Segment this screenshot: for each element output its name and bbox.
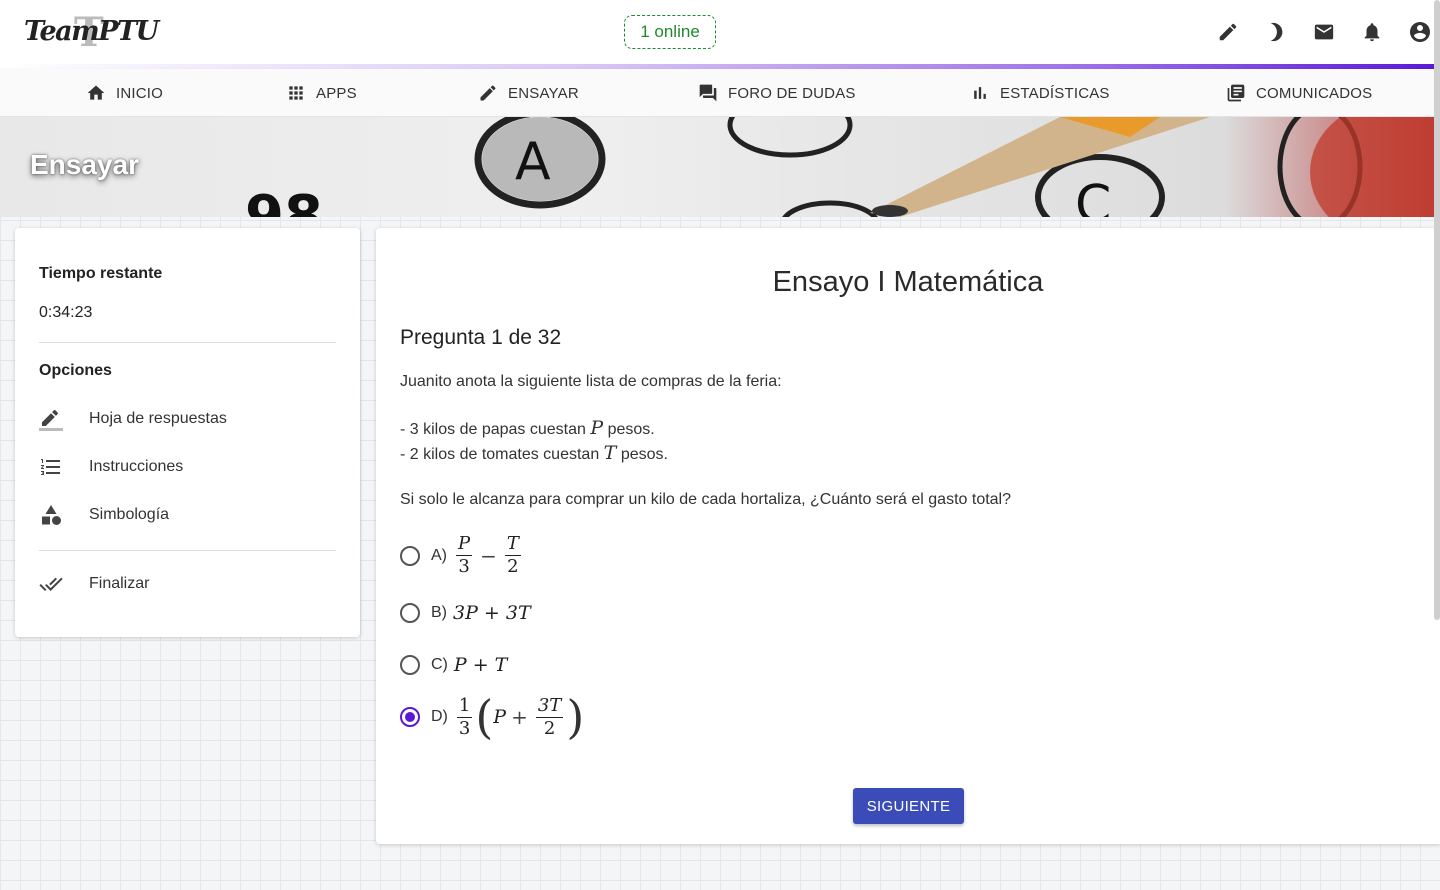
line-text: - 2 kilos de tomates cuestan [400,446,600,463]
symbology-option[interactable]: Simbología [39,495,336,535]
library-icon [1227,84,1245,102]
right-paren: ) [566,690,585,744]
denominator: 2 [507,556,519,577]
nav-item-inicio[interactable]: INICIO [86,69,163,117]
radio-button[interactable] [400,603,420,623]
top-icons [1216,20,1432,44]
pencil-icon[interactable] [1216,20,1240,44]
math-expression: 3P + 3T [453,602,531,624]
math-variable: T [603,442,617,464]
home-icon [87,85,105,100]
denominator: 3 [458,556,470,577]
nav-label: ESTADÍSTICAS [1000,84,1110,102]
mail-icon[interactable] [1312,20,1336,44]
question-card: Ensayo I Matemática Pregunta 1 de 32 Jua… [376,228,1440,844]
moon-icon[interactable] [1264,20,1288,44]
math-variable: P [590,417,604,439]
nav-item-foro[interactable]: FORO DE DUDAS [698,69,856,117]
svg-text:C: C [1075,175,1111,217]
answer-option-c[interactable]: C) P + T [400,654,507,676]
nav-label: COMUNICADOS [1256,84,1373,102]
fraction: T 2 [504,533,521,578]
nav-label: ENSAYAR [508,84,579,102]
nav-item-ensayar[interactable]: ENSAYAR [478,69,579,117]
instructions-option[interactable]: Instrucciones [39,447,336,487]
logo-text: TeamPTU [24,16,159,47]
page-scrollbar[interactable] [1434,0,1440,620]
forum-icon [699,84,717,102]
fraction: 1 3 [456,694,473,740]
option-letter: B) [431,604,447,621]
nav-item-comunicados[interactable]: COMUNICADOS [1226,69,1372,117]
math-variable: P [493,706,507,728]
divider [39,342,336,343]
finish-button[interactable]: Finalizar [39,564,336,604]
exam-sidebar: Tiempo restante 0:34:23 Opciones Hoja de… [15,228,360,637]
answer-option-b[interactable]: B) 3P + 3T [400,602,531,624]
denominator: 3 [458,717,471,739]
online-users-badge: 1 online [624,15,716,49]
numerator: P [456,533,473,556]
svg-text:A: A [515,132,551,192]
option-letter: C) [431,656,448,673]
numerator: T [504,533,521,556]
teamptu-logo[interactable]: T TeamPTU [24,10,159,56]
question-heading: Pregunta 1 de 32 [400,326,562,349]
question-line-2: - 2 kilos de tomates cuestan T pesos. [400,442,668,464]
svg-text:98.: 98. [245,184,344,217]
left-paren: ( [475,690,494,744]
math-operator: + [511,705,528,729]
page-banner: A C 98. Ensayar [0,117,1440,217]
option-label: Simbología [89,506,170,523]
radio-button[interactable] [400,655,420,675]
double-check-icon [39,572,89,596]
numerator: 3T [535,694,564,718]
divider [39,550,336,551]
math-expression: P + T [453,654,508,676]
pencil-icon [480,85,496,101]
apps-grid-icon [289,86,303,100]
radio-button[interactable] [400,545,420,566]
nav-item-estadisticas[interactable]: ESTADÍSTICAS [970,69,1110,117]
exam-title: Ensayo I Matemática [772,266,1044,298]
option-label: Instrucciones [89,458,184,475]
options-label: Opciones [39,362,112,379]
numerator: 1 [456,694,473,718]
option-label: Hoja de respuestas [89,410,227,427]
banner-image: A C 98. [245,117,1440,217]
line-text: pesos. [607,421,655,438]
answer-sheet-option[interactable]: Hoja de respuestas [39,399,336,439]
account-icon[interactable] [1408,20,1432,44]
bar-chart-icon [974,87,986,99]
finish-label: Finalizar [89,575,150,592]
question-prompt: Si solo le alcanza para comprar un kilo … [400,491,1012,508]
denominator: 2 [543,717,556,739]
option-letter: A) [431,546,447,564]
main-nav: INICIO APPS ENSAYAR FORO DE DUDAS ESTADÍ… [0,69,1440,117]
question-line-1: - 3 kilos de papas cuestan P pesos. [400,417,655,439]
numbered-list-icon [39,455,89,479]
option-letter: D) [431,708,448,725]
fraction: 3T 2 [535,694,564,740]
math-operator: − [480,543,497,568]
nav-label: APPS [316,84,357,102]
page-title: Ensayar [30,149,139,180]
answer-option-d[interactable]: D) 1 3 ( P + 3T 2 ) [400,694,584,740]
shapes-icon [39,503,89,527]
question-intro: Juanito anota la siguiente lista de comp… [400,373,782,390]
edit-sheet-icon [39,407,89,431]
line-text: - 3 kilos de papas cuestan [400,421,586,438]
top-bar: T TeamPTU 1 online [0,0,1440,65]
fraction: P 3 [456,533,473,578]
next-button[interactable]: SIGUIENTE [853,788,964,824]
bell-icon[interactable] [1360,20,1384,44]
answer-option-a[interactable]: A) P 3 − T 2 [400,533,524,578]
radio-button-selected[interactable] [400,707,420,727]
nav-item-apps[interactable]: APPS [286,69,357,117]
nav-label: FORO DE DUDAS [728,84,856,102]
time-remaining-value: 0:34:23 [39,304,93,321]
nav-label: INICIO [116,84,164,102]
time-remaining-label: Tiempo restante [39,265,163,282]
line-text: pesos. [620,446,668,463]
